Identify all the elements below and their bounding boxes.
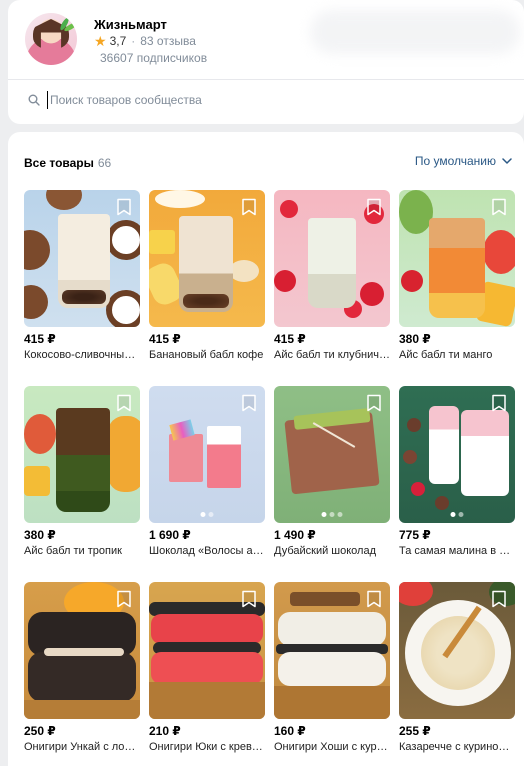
product-price: 160 ₽: [274, 724, 306, 738]
bookmark-icon[interactable]: [366, 394, 382, 412]
product-title[interactable]: Айс бабл ти клубничный: [274, 349, 390, 361]
product-title[interactable]: Шоколад «Волосы ангела»: [149, 545, 265, 557]
search-input[interactable]: [47, 91, 467, 109]
product-card[interactable]: 415 ₽ Кокосово-сливочный бабл ти: [24, 190, 140, 361]
product-image[interactable]: [24, 386, 140, 523]
product-image[interactable]: [149, 386, 265, 523]
product-image[interactable]: [24, 582, 140, 719]
product-image[interactable]: [399, 582, 515, 719]
bookmark-icon[interactable]: [366, 590, 382, 608]
search-icon: [28, 94, 40, 106]
product-price: 1 490 ₽: [274, 528, 316, 542]
products-heading: Все товары 66: [24, 156, 111, 170]
product-card[interactable]: 380 ₽ Айс бабл ти тропик: [24, 386, 140, 557]
bookmark-icon[interactable]: [491, 590, 507, 608]
shop-header: Жизньмарт ★ 3,7 · 83 отзыва 36607 подпис…: [8, 0, 524, 124]
bookmark-icon[interactable]: [491, 394, 507, 412]
product-price: 415 ₽: [149, 332, 181, 346]
product-image[interactable]: [399, 386, 515, 523]
star-icon: ★: [94, 33, 107, 49]
product-title[interactable]: Кокосово-сливочный бабл ти: [24, 349, 140, 361]
product-price: 415 ₽: [274, 332, 306, 346]
product-image[interactable]: [149, 190, 265, 327]
bookmark-icon[interactable]: [241, 590, 257, 608]
product-title[interactable]: Та самая малина в шоколаде: [399, 545, 515, 557]
bookmark-icon[interactable]: [241, 394, 257, 412]
product-title[interactable]: Онигири Ункай с лососем: [24, 741, 140, 753]
product-image[interactable]: [274, 190, 390, 327]
product-image[interactable]: [149, 582, 265, 719]
rating-value: 3,7: [109, 34, 127, 48]
carousel-dots: [321, 512, 343, 517]
product-card[interactable]: 210 ₽ Онигири Юки с креветкой: [149, 582, 265, 753]
sort-label: По умолчанию: [414, 154, 496, 168]
chevron-down-icon: [502, 158, 512, 164]
product-title[interactable]: Айс бабл ти тропик: [24, 545, 140, 557]
product-price: 1 690 ₽: [149, 528, 191, 542]
product-image[interactable]: [274, 386, 390, 523]
search-bar: [8, 80, 524, 120]
product-card[interactable]: 1 690 ₽ Шоколад «Волосы ангела»: [149, 386, 265, 557]
product-title[interactable]: Онигири Юки с креветкой: [149, 741, 265, 753]
rating-row: ★ 3,7 · 83 отзыва: [94, 34, 196, 48]
product-card[interactable]: 380 ₽ Айс бабл ти манго: [399, 190, 515, 361]
products-section: Все товары 66 По умолчанию 415 ₽ Кокосово…: [8, 132, 524, 766]
product-image[interactable]: [399, 190, 515, 327]
product-price: 380 ₽: [24, 528, 56, 542]
separator-dot: ·: [131, 34, 136, 48]
product-price: 415 ₽: [24, 332, 56, 346]
product-card[interactable]: 255 ₽ Казаречче с куриной грудкой: [399, 582, 515, 753]
product-price: 380 ₽: [399, 332, 431, 346]
product-card[interactable]: 160 ₽ Онигири Хоши с курицей: [274, 582, 390, 753]
products-heading-label: Все товары: [24, 156, 94, 170]
bookmark-icon[interactable]: [366, 198, 382, 216]
bookmark-icon[interactable]: [116, 198, 132, 216]
product-image[interactable]: [24, 190, 140, 327]
product-price: 250 ₽: [24, 724, 56, 738]
avatar[interactable]: [25, 13, 77, 65]
product-title[interactable]: Айс бабл ти манго: [399, 349, 515, 361]
sort-dropdown[interactable]: По умолчанию: [415, 154, 512, 168]
product-card[interactable]: 1 490 ₽ Дубайский шоколад: [274, 386, 390, 557]
product-title[interactable]: Онигири Хоши с курицей: [274, 741, 390, 753]
product-title[interactable]: Казаречче с куриной грудкой: [399, 741, 515, 753]
product-card[interactable]: 775 ₽ Та самая малина в шоколаде: [399, 386, 515, 557]
carousel-dots: [450, 512, 464, 517]
product-card[interactable]: 250 ₽ Онигири Ункай с лососем: [24, 582, 140, 753]
products-count: 66: [97, 156, 112, 170]
product-price: 255 ₽: [399, 724, 431, 738]
product-card[interactable]: 415 ₽ Айс бабл ти клубничный: [274, 190, 390, 361]
bookmark-icon[interactable]: [116, 590, 132, 608]
bookmark-icon[interactable]: [491, 198, 507, 216]
blurred-area: [310, 10, 520, 54]
product-title[interactable]: Банановый бабл кофе: [149, 349, 265, 361]
product-title[interactable]: Дубайский шоколад: [274, 545, 390, 557]
product-price: 210 ₽: [149, 724, 181, 738]
product-card[interactable]: 415 ₽ Банановый бабл кофе: [149, 190, 265, 361]
bookmark-icon[interactable]: [241, 198, 257, 216]
carousel-dots: [200, 512, 214, 517]
product-price: 775 ₽: [399, 528, 431, 542]
subscribers-count: 36607 подписчиков: [100, 51, 208, 65]
reviews-link[interactable]: 83 отзыва: [140, 34, 196, 48]
shop-name[interactable]: Жизньмарт: [94, 17, 167, 32]
bookmark-icon[interactable]: [116, 394, 132, 412]
product-image[interactable]: [274, 582, 390, 719]
